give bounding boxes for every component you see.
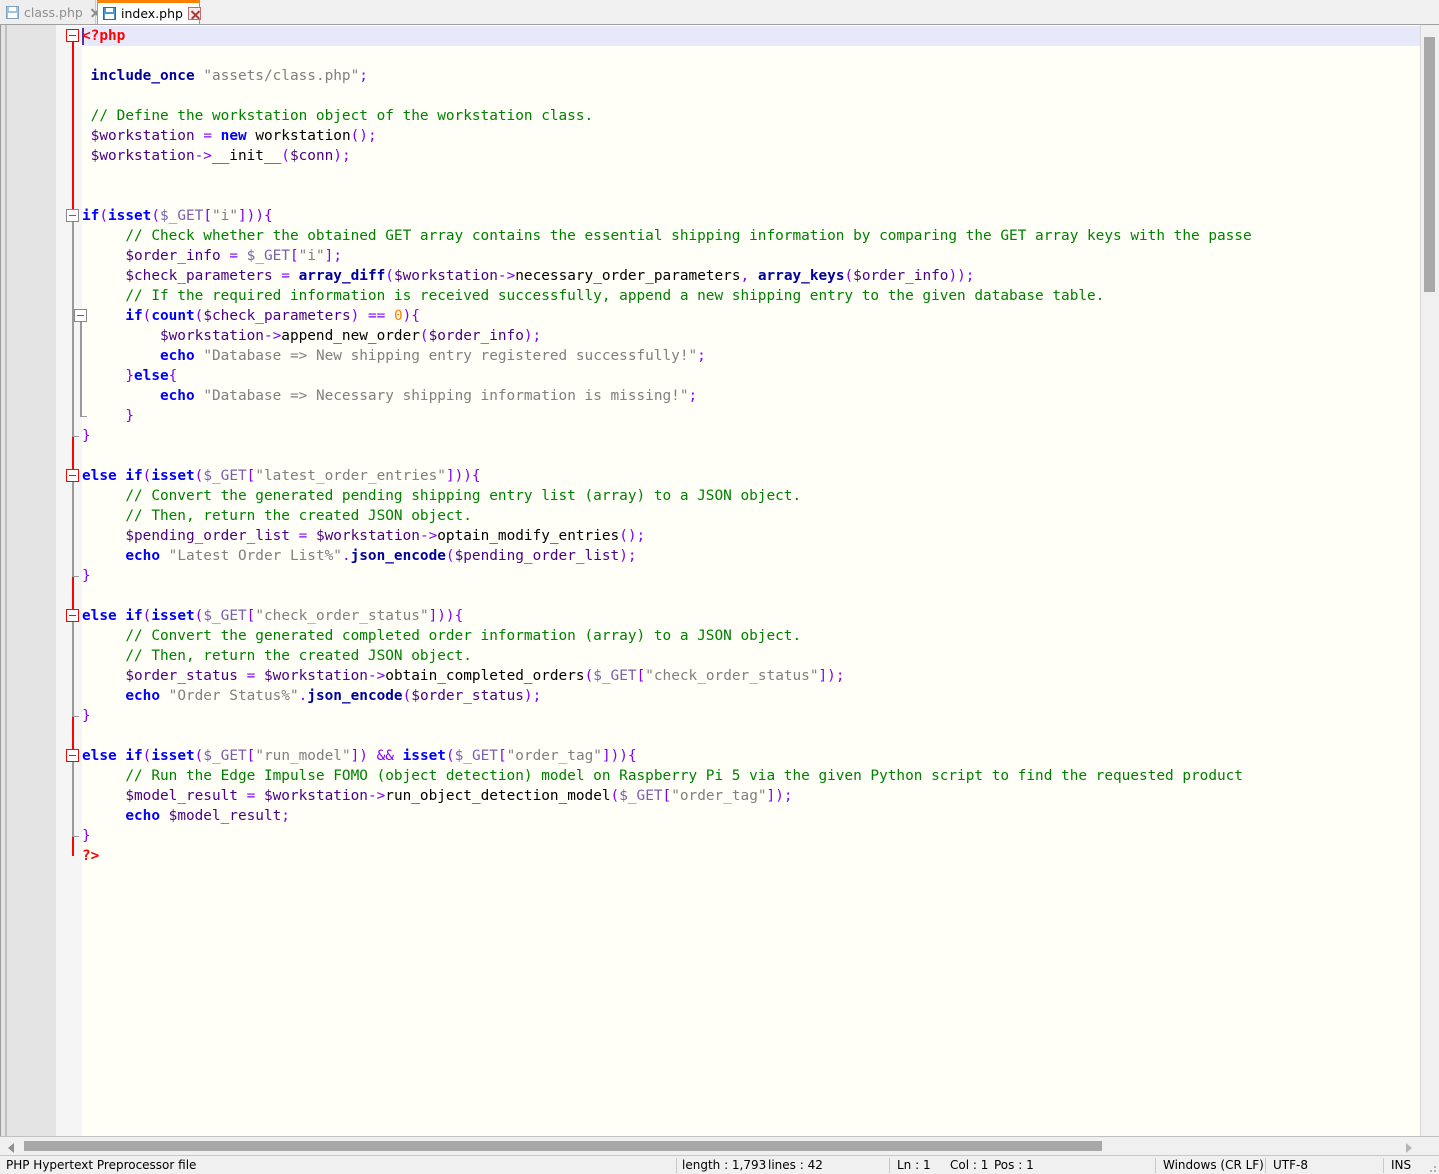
fold-end-tick <box>80 416 87 418</box>
code-line: // Then, return the created JSON object. <box>125 508 472 524</box>
tab-class-php[interactable]: class.php <box>1 0 100 24</box>
code-line: echo $model_result; <box>125 808 290 824</box>
fold-line <box>72 41 74 856</box>
code-line: // Define the workstation object of the … <box>90 108 594 124</box>
code-line: // Then, return the created JSON object. <box>125 648 472 664</box>
code-line: $workstation = new workstation(); <box>90 128 377 144</box>
tab-label: index.php <box>121 6 183 21</box>
fold-end-tick <box>72 836 79 838</box>
code-line: // Check whether the obtained GET array … <box>125 228 1252 244</box>
fold-line <box>72 761 74 836</box>
code-line: } <box>125 408 134 424</box>
code-line: ?> <box>82 848 100 864</box>
horizontal-scrollbar[interactable] <box>2 1138 1420 1154</box>
code-line: $pending_order_list = $workstation->opta… <box>125 528 646 544</box>
code-line: <?php <box>82 28 126 44</box>
fold-toggle-15[interactable] <box>74 309 87 322</box>
code-line: $model_result = $workstation->run_object… <box>125 788 793 804</box>
code-line: } <box>82 568 91 584</box>
fold-line <box>72 221 74 436</box>
fold-end-tick <box>72 436 79 438</box>
fold-end-tick <box>72 576 79 578</box>
code-line: $workstation->__init__($conn); <box>90 148 351 164</box>
fold-toggle-23[interactable] <box>66 469 79 482</box>
code-line: echo "Database => Necessary shipping inf… <box>159 388 698 404</box>
current-line-highlight <box>82 26 1422 46</box>
save-icon <box>6 5 19 19</box>
code-line: $order_status = $workstation->obtain_com… <box>125 668 845 684</box>
code-editor[interactable]: 1234567891011121314151617181920212223242… <box>0 25 1439 1136</box>
text-caret <box>82 28 84 45</box>
code-line: echo "Latest Order List%".json_encode($p… <box>125 548 637 564</box>
code-line: $workstation->append_new_order($order_in… <box>159 328 542 344</box>
code-line: echo "Database => New shipping entry reg… <box>159 348 706 364</box>
status-eol: Windows (CR LF) <box>1163 1158 1264 1172</box>
code-line: else if(isset($_GET["check_order_status"… <box>82 608 464 624</box>
status-length: length : 1,793 <box>682 1158 767 1172</box>
fold-margin[interactable] <box>56 25 82 1136</box>
status-pos: Pos : 1 <box>994 1158 1034 1172</box>
fold-toggle-1[interactable] <box>66 29 79 42</box>
tab-label: class.php <box>24 4 83 20</box>
fold-toggle-30[interactable] <box>66 609 79 622</box>
code-line: } <box>82 828 91 844</box>
code-line: // Convert the generated pending shippin… <box>125 488 802 504</box>
code-line: $check_parameters = array_diff($workstat… <box>125 268 975 284</box>
close-icon[interactable] <box>187 7 201 20</box>
status-lines: lines : 42 <box>768 1158 823 1172</box>
vertical-scrollbar-thumb[interactable] <box>1424 37 1435 292</box>
fold-toggle-10[interactable] <box>66 209 79 222</box>
code-line: if(count($check_parameters) == 0){ <box>125 308 420 324</box>
horizontal-scrollbar-row <box>0 1136 1439 1155</box>
code-line: include_once "assets/class.php"; <box>90 68 368 84</box>
status-bar: PHP Hypertext Preprocessor file length :… <box>0 1155 1439 1174</box>
code-line: if(isset($_GET["i"])){ <box>82 208 273 224</box>
tab-bar: class.php index.php <box>0 0 1439 25</box>
code-line: else if(isset($_GET["run_model"]) && iss… <box>82 748 637 764</box>
scroll-left-arrow-icon[interactable] <box>8 1143 14 1153</box>
status-ln: Ln : 1 <box>897 1158 931 1172</box>
code-line: // Convert the generated completed order… <box>125 628 802 644</box>
horizontal-scrollbar-thumb[interactable] <box>24 1141 1102 1151</box>
fold-end-tick <box>72 716 79 718</box>
code-line: }else{ <box>125 368 178 384</box>
status-encoding: UTF-8 <box>1273 1158 1308 1172</box>
fold-line <box>80 321 82 416</box>
code-line: $order_info = $_GET["i"]; <box>125 248 342 264</box>
scroll-right-arrow-icon[interactable] <box>1406 1143 1412 1153</box>
code-line: } <box>82 428 91 444</box>
code-line: else if(isset($_GET["latest_order_entrie… <box>82 468 481 484</box>
line-number-gutter <box>1 25 56 1136</box>
fold-line <box>72 481 74 576</box>
code-line: } <box>82 708 91 724</box>
fold-toggle-37[interactable] <box>66 749 79 762</box>
code-line: // If the required information is receiv… <box>125 288 1105 304</box>
gutter-divider <box>5 25 7 1136</box>
fold-line <box>72 621 74 716</box>
resize-grip-icon <box>1425 1161 1437 1173</box>
vertical-scrollbar[interactable] <box>1420 25 1439 1136</box>
save-icon <box>103 7 116 20</box>
code-line: echo "Order Status%".json_encode($order_… <box>125 688 542 704</box>
code-line: // Run the Edge Impulse FOMO (object det… <box>125 768 1243 784</box>
tab-index-php[interactable]: index.php <box>97 0 201 24</box>
status-filetype: PHP Hypertext Preprocessor file <box>6 1158 197 1172</box>
